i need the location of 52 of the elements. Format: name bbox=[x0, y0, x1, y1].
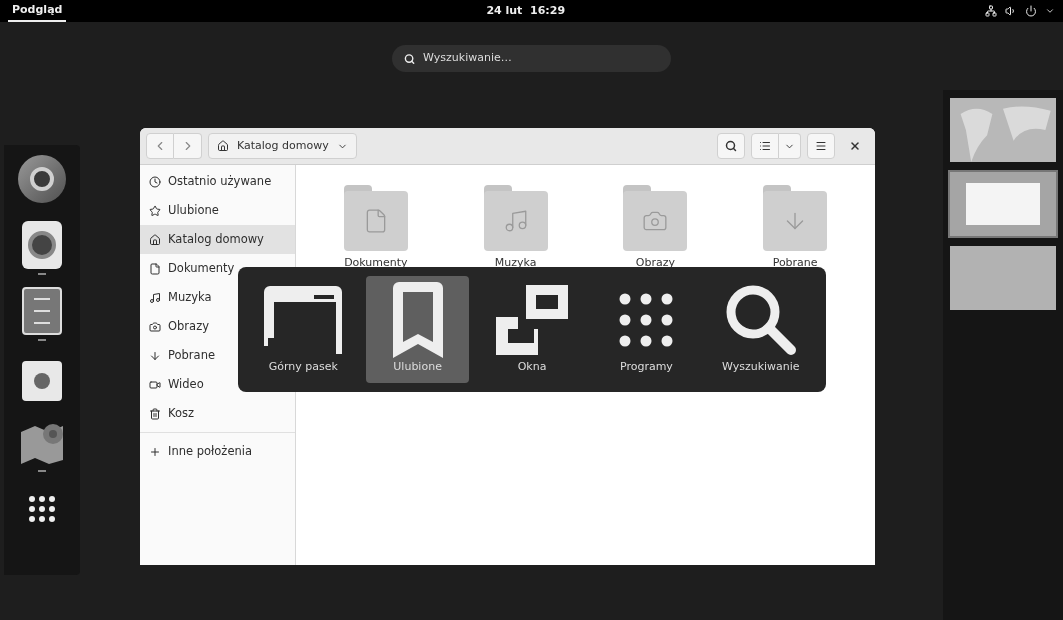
folder-label: Pobrane bbox=[772, 255, 818, 271]
document-icon bbox=[149, 262, 161, 275]
view-button[interactable] bbox=[751, 133, 779, 159]
list-view-icon bbox=[759, 140, 771, 152]
folder-label: Dokumenty bbox=[344, 255, 408, 271]
clock[interactable]: 24 lut 16:29 bbox=[486, 2, 566, 20]
switcher-item[interactable]: Wyszukiwanie bbox=[709, 276, 813, 383]
top-bar-icon bbox=[264, 286, 343, 354]
file-cabinet-app-icon[interactable] bbox=[22, 287, 62, 335]
search-icon bbox=[404, 52, 416, 65]
sidebar-item[interactable]: Kosz bbox=[140, 399, 295, 428]
camera-icon bbox=[149, 320, 161, 333]
video-camera-icon bbox=[149, 378, 161, 391]
volume-icon[interactable] bbox=[1005, 5, 1017, 17]
caret-icon[interactable] bbox=[1045, 6, 1055, 16]
switcher-item[interactable]: Okna bbox=[480, 276, 584, 383]
close-icon bbox=[849, 140, 861, 152]
sidebar-item[interactable]: Ostatnio używane bbox=[140, 167, 295, 196]
search-icon bbox=[724, 284, 797, 356]
app-grid-icon[interactable] bbox=[27, 494, 57, 524]
sidebar-item[interactable]: Inne położenia bbox=[140, 437, 295, 466]
search-field[interactable]: Wyszukiwanie… bbox=[392, 45, 671, 72]
home-icon bbox=[149, 233, 161, 246]
workspace-thumbnail[interactable] bbox=[948, 244, 1058, 312]
sidebar-item[interactable]: Ulubione bbox=[140, 196, 295, 225]
app-grid-icon bbox=[619, 293, 674, 347]
home-icon bbox=[217, 140, 229, 152]
location-button[interactable]: Katalog domowy bbox=[208, 133, 357, 159]
search-button[interactable] bbox=[717, 133, 745, 159]
activities-button[interactable]: Podgląd bbox=[8, 0, 67, 22]
music-note-icon bbox=[149, 291, 161, 304]
speaker-app-icon[interactable] bbox=[22, 221, 62, 269]
plus-icon bbox=[149, 445, 161, 458]
sidebar-item[interactable]: Katalog domowy bbox=[140, 225, 295, 254]
clock-icon bbox=[149, 175, 161, 188]
menu-icon bbox=[815, 140, 827, 152]
down-arrow-icon bbox=[149, 349, 161, 362]
bookmark-icon bbox=[392, 282, 443, 358]
workspace-thumbnail[interactable] bbox=[948, 170, 1058, 238]
star-icon bbox=[149, 204, 161, 217]
switcher-item[interactable]: Programy bbox=[595, 276, 698, 383]
search-icon bbox=[725, 140, 737, 152]
network-icon[interactable] bbox=[985, 5, 997, 17]
workspace-thumbnail[interactable] bbox=[948, 96, 1058, 164]
trash-icon bbox=[149, 407, 161, 420]
menu-button[interactable] bbox=[807, 133, 835, 159]
switcher-item[interactable]: Ulubione bbox=[366, 276, 469, 383]
search-input[interactable]: Wyszukiwanie… bbox=[423, 50, 659, 67]
folder-label: Obrazy bbox=[635, 255, 675, 271]
power-icon[interactable] bbox=[1025, 5, 1037, 17]
folder-label: Muzyka bbox=[494, 255, 537, 271]
windows-icon bbox=[496, 285, 568, 355]
